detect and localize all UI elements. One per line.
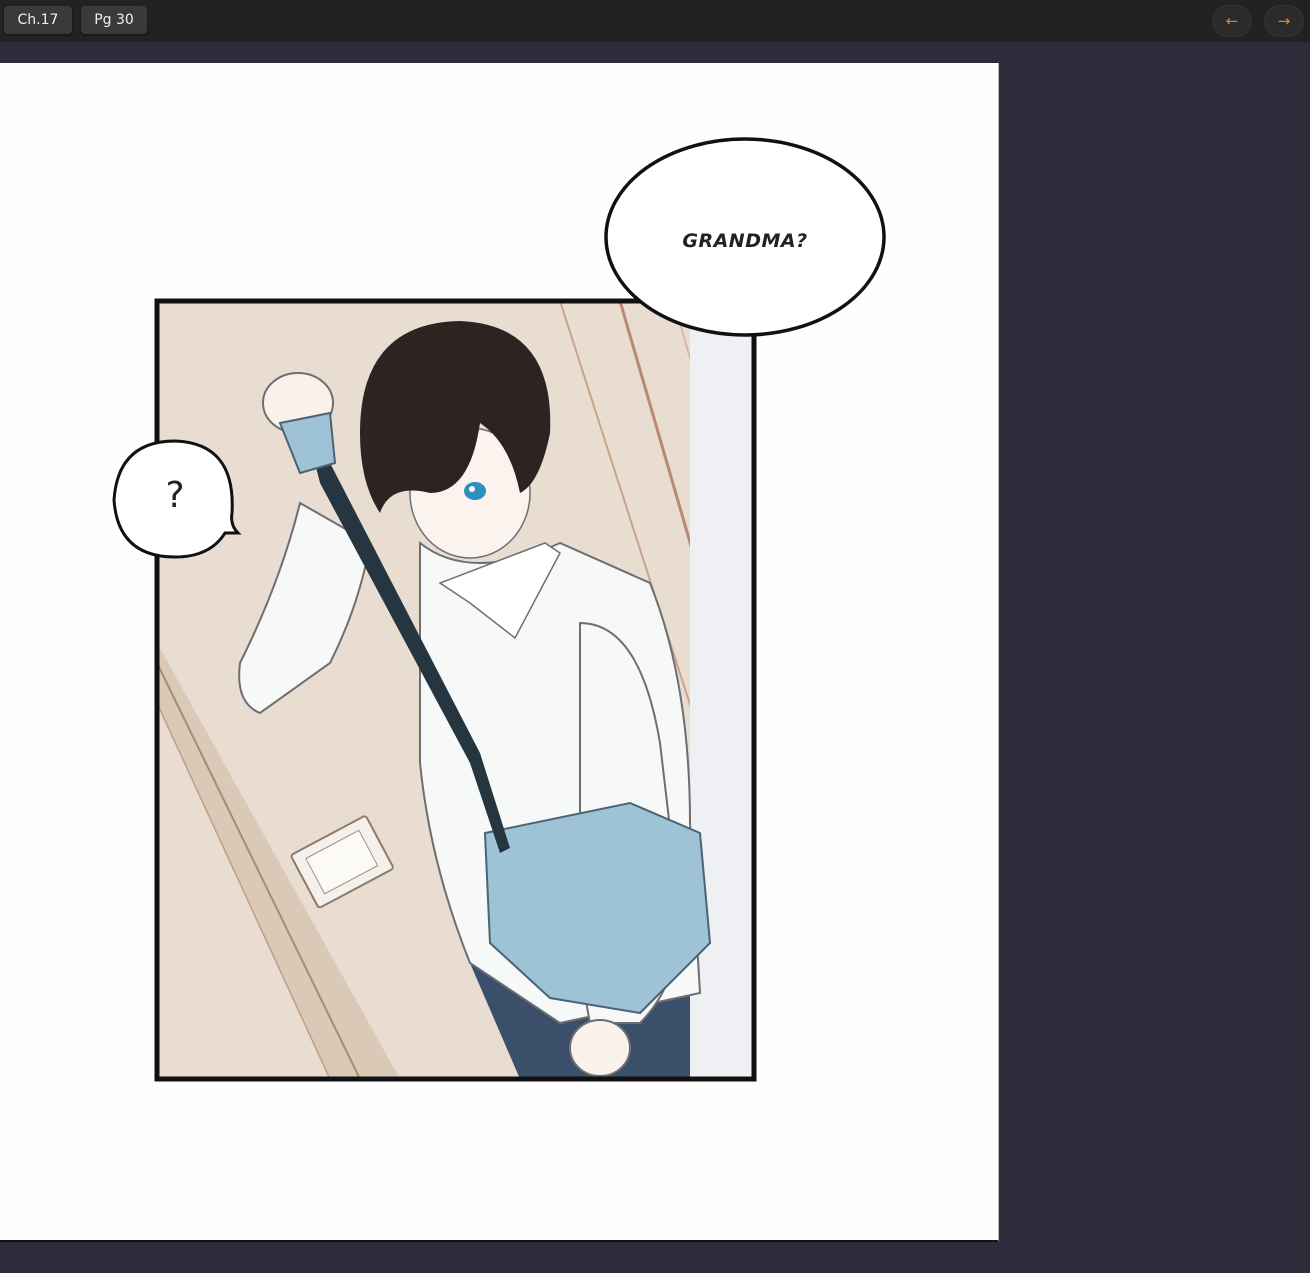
arrow-right-icon: → — [1277, 12, 1291, 30]
question-bubble-text: ? — [165, 475, 185, 516]
comic-panel-art — [112, 137, 886, 1082]
previous-page-button[interactable]: ← — [1212, 5, 1252, 37]
speech-bubble-text: GRANDMA? — [682, 230, 808, 252]
next-page-button[interactable]: → — [1264, 5, 1304, 37]
reader-toolbar: Ch.17 Pg 30 ← → — [0, 0, 1310, 42]
comic-page[interactable]: GRANDMA? ? — [0, 63, 999, 1242]
arrow-left-icon: ← — [1225, 12, 1239, 30]
page-indicator[interactable]: Pg 30 — [81, 6, 147, 34]
chapter-indicator[interactable]: Ch.17 — [4, 6, 72, 34]
